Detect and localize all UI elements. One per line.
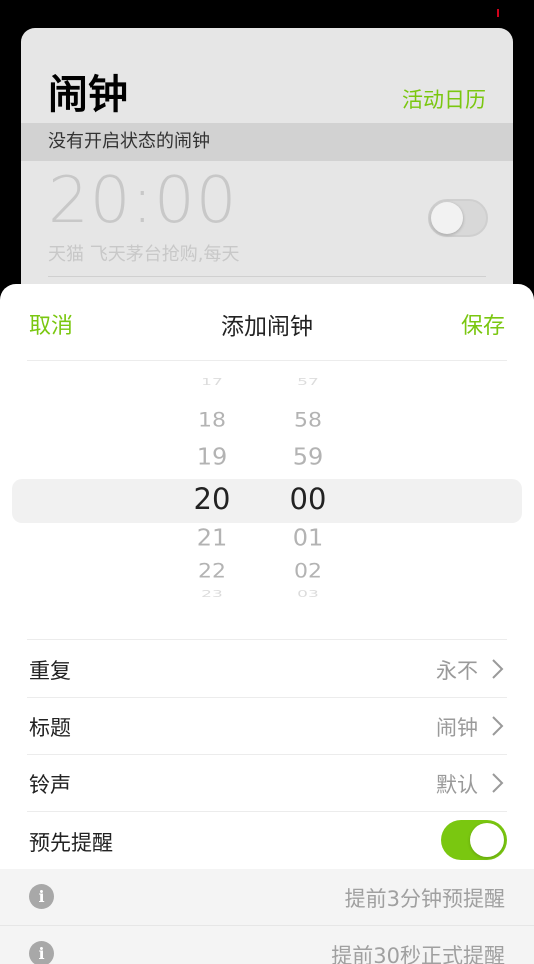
picker-item[interactable]: 03 <box>268 589 348 600</box>
section-header: 没有开启状态的闹钟 <box>21 123 513 161</box>
picker-item-selected[interactable]: 00 <box>268 482 348 516</box>
chevron-right-icon <box>492 659 504 679</box>
ringtone-row[interactable]: 铃声 默认 <box>0 755 534 811</box>
ringtone-label: 铃声 <box>29 773 71 797</box>
ringtone-value: 默认 <box>436 773 478 797</box>
alarm-list-card: 闹钟 活动日历 没有开启状态的闹钟 20:00 天猫 飞天茅台抢购,每天 <box>21 28 513 328</box>
repeat-label: 重复 <box>29 659 71 683</box>
status-indicator <box>497 9 499 17</box>
info-icon: i <box>29 884 54 909</box>
info-text: 提前3分钟预提醒 <box>344 887 505 911</box>
divider <box>48 276 486 277</box>
toggle-knob <box>431 202 463 234</box>
repeat-value: 永不 <box>436 659 478 683</box>
picker-selection-band <box>12 479 522 523</box>
title-value: 闹钟 <box>436 716 478 740</box>
save-button[interactable]: 保存 <box>461 308 505 340</box>
title-row[interactable]: 标题 闹钟 <box>0 698 534 754</box>
picker-item[interactable]: 57 <box>268 377 348 388</box>
info-row: i 提前3分钟预提醒 <box>0 869 534 926</box>
picker-item-selected[interactable]: 20 <box>172 482 252 516</box>
info-icon: i <box>29 941 54 964</box>
add-alarm-sheet: 取消 添加闹钟 保存 17 18 19 20 21 22 23 57 58 59… <box>0 284 534 964</box>
toggle-knob <box>470 823 504 857</box>
repeat-row[interactable]: 重复 永不 <box>0 641 534 697</box>
title-label: 标题 <box>29 716 71 740</box>
info-text: 提前30秒正式提醒 <box>331 944 505 964</box>
pre-reminder-toggle[interactable] <box>441 820 507 860</box>
divider <box>27 360 507 361</box>
picker-item[interactable]: 19 <box>172 444 252 471</box>
chevron-right-icon <box>492 716 504 736</box>
pre-reminder-row: 预先提醒 <box>0 813 534 869</box>
info-row: i 提前30秒正式提醒 <box>0 926 534 964</box>
sheet-title: 添加闹钟 <box>221 314 313 340</box>
picker-item[interactable]: 23 <box>172 589 252 600</box>
picker-item[interactable]: 17 <box>172 377 252 388</box>
picker-item[interactable]: 58 <box>268 409 348 432</box>
page-title: 闹钟 <box>48 72 128 118</box>
alarm-toggle[interactable] <box>428 199 488 237</box>
picker-item[interactable]: 21 <box>172 525 252 552</box>
divider <box>27 811 507 812</box>
chevron-right-icon <box>492 773 504 793</box>
alarm-time: 20:00 <box>48 164 238 238</box>
activity-calendar-link[interactable]: 活动日历 <box>402 84 486 114</box>
picker-item[interactable]: 59 <box>268 444 348 471</box>
pre-reminder-label: 预先提醒 <box>29 831 113 855</box>
picker-item[interactable]: 18 <box>172 409 252 432</box>
picker-item[interactable]: 22 <box>172 560 252 583</box>
picker-item[interactable]: 01 <box>268 525 348 552</box>
picker-item[interactable]: 02 <box>268 560 348 583</box>
divider <box>27 639 507 640</box>
alarm-subtitle: 天猫 飞天茅台抢购,每天 <box>48 244 240 265</box>
